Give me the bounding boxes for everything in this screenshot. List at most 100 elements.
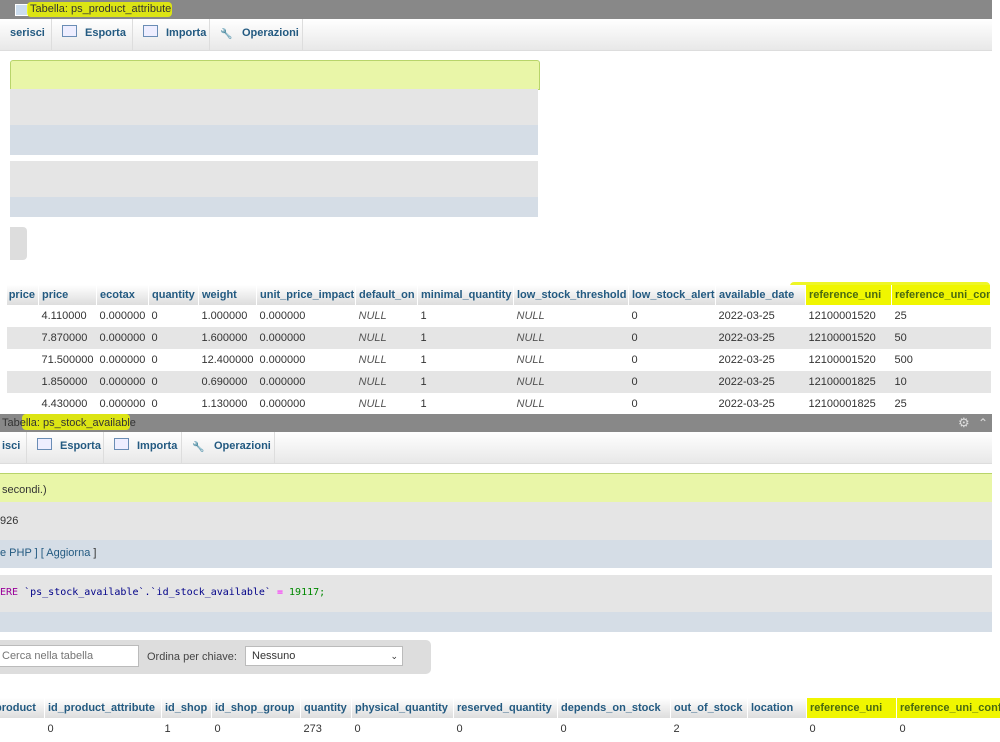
sql-actions xyxy=(0,612,992,632)
column-header-id_shop[interactable]: id_shop xyxy=(161,698,212,718)
cell-location xyxy=(747,718,807,740)
sql-actions xyxy=(10,197,538,217)
gear-icon[interactable]: ⚙ xyxy=(958,414,970,432)
cell-price: 1.850000 xyxy=(38,371,97,393)
tab-label: serisci xyxy=(10,27,45,39)
message-text: secondi.) xyxy=(2,484,47,496)
cell-price: 4.430000 xyxy=(38,393,97,415)
tab-serisci[interactable]: serisci xyxy=(8,19,52,50)
cell-low_stock_threshold: NULL xyxy=(513,305,629,327)
tab-label: Importa xyxy=(166,27,207,39)
info-row xyxy=(10,89,538,125)
results-table-2: productid_product_attributeid_shopid_sho… xyxy=(0,698,1000,740)
column-header-reference_uni[interactable]: reference_uni xyxy=(805,285,892,305)
column-header-id_product_attribute[interactable]: id_product_attribute xyxy=(44,698,162,718)
panel2-title-bar: Tabella: ps_stock_available ⚙ ⌃ xyxy=(0,414,992,432)
panel1-title-bar: Tabella: ps_product_attribute xyxy=(0,0,992,19)
cell-price: 7.870000 xyxy=(38,327,97,349)
tab-importa[interactable]: Importa xyxy=(133,19,210,50)
cell-ecotax: 0.000000 xyxy=(96,393,149,415)
sql-value: 19117; xyxy=(289,587,326,598)
header-row: productid_product_attributeid_shopid_sho… xyxy=(0,698,1000,718)
collapse-icon[interactable]: ⌃ xyxy=(978,414,988,432)
column-header-quantity[interactable]: quantity xyxy=(300,698,352,718)
cell-price: 71.500000 xyxy=(38,349,97,371)
cell-low_stock_alert: 0 xyxy=(628,349,716,371)
tab-esporta[interactable]: Esporta xyxy=(27,432,104,463)
tab-label: Esporta xyxy=(60,440,101,452)
sql-operator: = xyxy=(276,587,283,598)
panel1-title: Tabella: ps_product_attribute xyxy=(30,3,172,15)
cell-price xyxy=(7,371,39,393)
sql-keyword: ERE xyxy=(0,587,19,598)
cell-low_stock_alert: 0 xyxy=(628,371,716,393)
bracket: ] xyxy=(93,547,97,559)
column-header-reference_uni_conf[interactable]: reference_uni_conf xyxy=(896,698,1000,718)
cell-minimal_quantity: 1 xyxy=(417,327,514,349)
tab-isci[interactable]: isci xyxy=(0,432,27,463)
column-header-weight[interactable]: weight xyxy=(198,285,257,305)
cell-low_stock_threshold: NULL xyxy=(513,371,629,393)
cell-id_shop_group: 0 xyxy=(211,718,301,740)
cell-ecotax: 0.000000 xyxy=(96,327,149,349)
column-header-price[interactable]: price xyxy=(7,285,39,305)
cell-default_on: NULL xyxy=(355,393,418,415)
column-header-product[interactable]: product xyxy=(0,698,45,718)
column-header-ecotax[interactable]: ecotax xyxy=(96,285,149,305)
column-header-low_stock_alert[interactable]: low_stock_alert xyxy=(628,285,716,305)
refresh-link[interactable]: Aggiorna xyxy=(46,547,90,559)
column-header-depends_on_stock[interactable]: depends_on_stock xyxy=(557,698,671,718)
column-header-reference_uni[interactable]: reference_uni xyxy=(806,698,897,718)
search-input[interactable] xyxy=(0,645,139,667)
cell-reference_uni_conf: 500 xyxy=(891,349,991,371)
column-header-low_stock_threshold[interactable]: low_stock_threshold xyxy=(513,285,629,305)
cell-quantity: 273 xyxy=(300,718,352,740)
cell-physical_quantity: 0 xyxy=(351,718,454,740)
cell-available_date: 2022-03-25 xyxy=(715,305,806,327)
cell-reference_uni: 12100001520 xyxy=(805,349,892,371)
column-header-quantity[interactable]: quantity xyxy=(148,285,199,305)
cell-reference_uni: 12100001825 xyxy=(805,371,892,393)
column-header-unit_price_impact[interactable]: unit_price_impact xyxy=(256,285,356,305)
row-count: 926 xyxy=(0,515,19,527)
column-header-location[interactable]: location xyxy=(747,698,807,718)
links-row xyxy=(10,125,538,155)
cell-price xyxy=(7,327,39,349)
column-header-default_on[interactable]: default_on xyxy=(355,285,418,305)
cell-default_on: NULL xyxy=(355,349,418,371)
tab-operazioni[interactable]: 🔧 Operazioni xyxy=(182,432,275,463)
cell-quantity: 0 xyxy=(148,393,199,415)
cell-minimal_quantity: 1 xyxy=(417,349,514,371)
column-header-minimal_quantity[interactable]: minimal_quantity xyxy=(417,285,514,305)
cell-reference_uni: 0 xyxy=(806,718,897,740)
tab-importa[interactable]: Importa xyxy=(104,432,182,463)
cell-reference_uni_conf: 50 xyxy=(891,327,991,349)
tab-operazioni[interactable]: 🔧 Operazioni xyxy=(210,19,303,50)
tab-label: Esporta xyxy=(85,27,126,39)
column-header-out_of_stock[interactable]: out_of_stock xyxy=(670,698,748,718)
cell-quantity: 0 xyxy=(148,327,199,349)
table-row: 0 1 0 273 0 0 0 2 0 0 xyxy=(0,718,1000,740)
tab-esporta[interactable]: Esporta xyxy=(52,19,133,50)
cell-low_stock_threshold: NULL xyxy=(513,393,629,415)
cell-reference_uni: 12100001520 xyxy=(805,327,892,349)
column-header-price[interactable]: price xyxy=(38,285,97,305)
column-header-physical_quantity[interactable]: physical_quantity xyxy=(351,698,454,718)
cell-unit_price_impact: 0.000000 xyxy=(256,305,356,327)
column-header-reference_uni_conf[interactable]: reference_uni_conf xyxy=(891,285,991,305)
column-header-available_date[interactable]: available_date xyxy=(715,285,806,305)
success-message: secondi.) xyxy=(0,473,992,503)
cell-unit_price_impact: 0.000000 xyxy=(256,371,356,393)
cell-id_product_attribute: 0 xyxy=(44,718,162,740)
table-row: 7.870000 0.000000 0 1.600000 0.000000 NULL 1 NU… xyxy=(7,327,991,349)
tab-label: isci xyxy=(2,440,21,452)
column-header-reserved_quantity[interactable]: reserved_quantity xyxy=(453,698,558,718)
cell-reference_uni_conf: 10 xyxy=(891,371,991,393)
import-icon xyxy=(143,25,158,37)
filter-box: Ordina per chiave: Nessuno ⌄ xyxy=(0,640,431,674)
cell-depends_on_stock: 0 xyxy=(557,718,671,740)
column-header-id_shop_group[interactable]: id_shop_group xyxy=(211,698,301,718)
sort-select[interactable]: Nessuno ⌄ xyxy=(245,646,403,666)
php-code-link[interactable]: e PHP ] [ xyxy=(0,547,44,559)
results-table-1: price price ecotax quantity weight unit_price… xyxy=(7,285,991,415)
